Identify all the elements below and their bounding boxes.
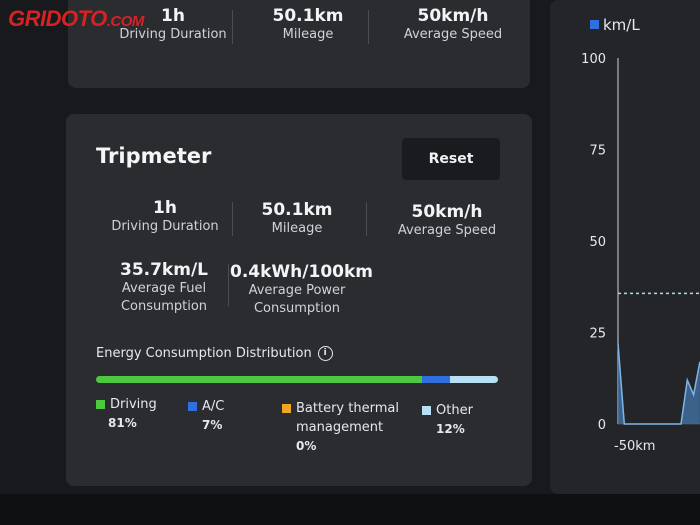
divider (228, 264, 229, 306)
consumption-chart-panel: km/L 100 75 50 25 0 -50km (550, 0, 700, 494)
stat-average-speed: 50km/h Average Speed (372, 202, 522, 240)
stat-label: Average Power (248, 283, 346, 298)
stat-mileage: 50.1km Mileage (248, 6, 368, 44)
legend-swatch (188, 402, 197, 411)
stat-label: Average Fuel (121, 281, 207, 296)
legend-percent: 12% (436, 422, 465, 436)
stat-value: 50.1km (261, 200, 333, 220)
stat-value: 35.7km/L (119, 260, 208, 280)
stat-mileage: 50.1km Mileage (242, 200, 352, 238)
stat-average-speed: 50km/h Average Speed (378, 6, 528, 44)
bottom-strip (0, 494, 700, 525)
distribution-segment-ac (421, 376, 450, 383)
stat-average-power-consumption: 0.4kWh/100km Average Power Consumption (230, 262, 373, 318)
legend-label: Other (436, 403, 473, 418)
stat-label: Mileage (282, 27, 334, 42)
y-tick-label: 0 (598, 418, 606, 433)
legend-percent: 7% (202, 418, 223, 432)
consumption-chart: km/L 100 75 50 25 0 -50km (581, 16, 700, 454)
y-tick-label: 100 (581, 52, 606, 67)
x-tick-label: -50km (614, 439, 655, 454)
stat-value: 50.1km (272, 6, 344, 26)
legend-swatch (96, 400, 105, 409)
stat-average-fuel-consumption: 35.7km/L Average Fuel Consumption (104, 260, 224, 316)
legend-label: Battery thermal (296, 401, 399, 416)
y-tick-label: 25 (589, 327, 606, 342)
stat-label: Average Speed (397, 223, 497, 238)
legend-label: Driving (110, 397, 157, 412)
legend-battery-thermal: Battery thermal management 0% (282, 399, 399, 456)
legend-percent: 0% (296, 439, 317, 453)
distribution-title-text: Energy Consumption Distribution (96, 346, 312, 361)
distribution-segment-other (449, 376, 498, 383)
distribution-title: Energy Consumption Distribution i (96, 346, 333, 361)
legend-label-line2: management (296, 420, 384, 435)
watermark-logo: GRIDOTO.COM (8, 6, 144, 31)
stat-value: 1h (153, 198, 177, 218)
reset-button[interactable]: Reset (402, 138, 500, 180)
distribution-bar (96, 376, 498, 383)
stat-label: Mileage (271, 221, 323, 236)
divider (368, 10, 369, 44)
tripmeter-card: Tripmeter Reset 1h Driving Duration 50.1… (66, 114, 532, 486)
stat-label: Consumption (120, 299, 208, 314)
info-icon[interactable]: i (317, 346, 333, 361)
divider (232, 10, 233, 44)
stat-label: Average Speed (403, 27, 503, 42)
stat-value: 0.4kWh/100km (230, 262, 373, 282)
legend-percent: 81% (108, 416, 137, 430)
stat-value: 50km/h (417, 6, 489, 26)
tripmeter-title: Tripmeter (96, 144, 212, 168)
legend-label: A/C (202, 399, 225, 414)
stat-value: 50km/h (411, 202, 483, 222)
stat-label: Driving Duration (111, 219, 219, 234)
y-tick-label: 50 (589, 235, 606, 250)
stat-label: Consumption (253, 301, 341, 316)
stat-driving-duration: 1h Driving Duration (100, 198, 230, 236)
legend-label: km/L (603, 16, 640, 34)
distribution-segment-driving (96, 376, 422, 383)
divider (366, 202, 367, 236)
y-tick-label: 75 (589, 144, 606, 159)
series-area (618, 343, 700, 424)
legend-ac: A/C 7% (188, 397, 224, 435)
legend-swatch (590, 20, 599, 29)
legend-other: Other 12% (422, 401, 473, 439)
legend-swatch (422, 406, 431, 415)
legend-driving: Driving 81% (96, 395, 157, 433)
legend-swatch (282, 404, 291, 413)
divider (232, 202, 233, 236)
